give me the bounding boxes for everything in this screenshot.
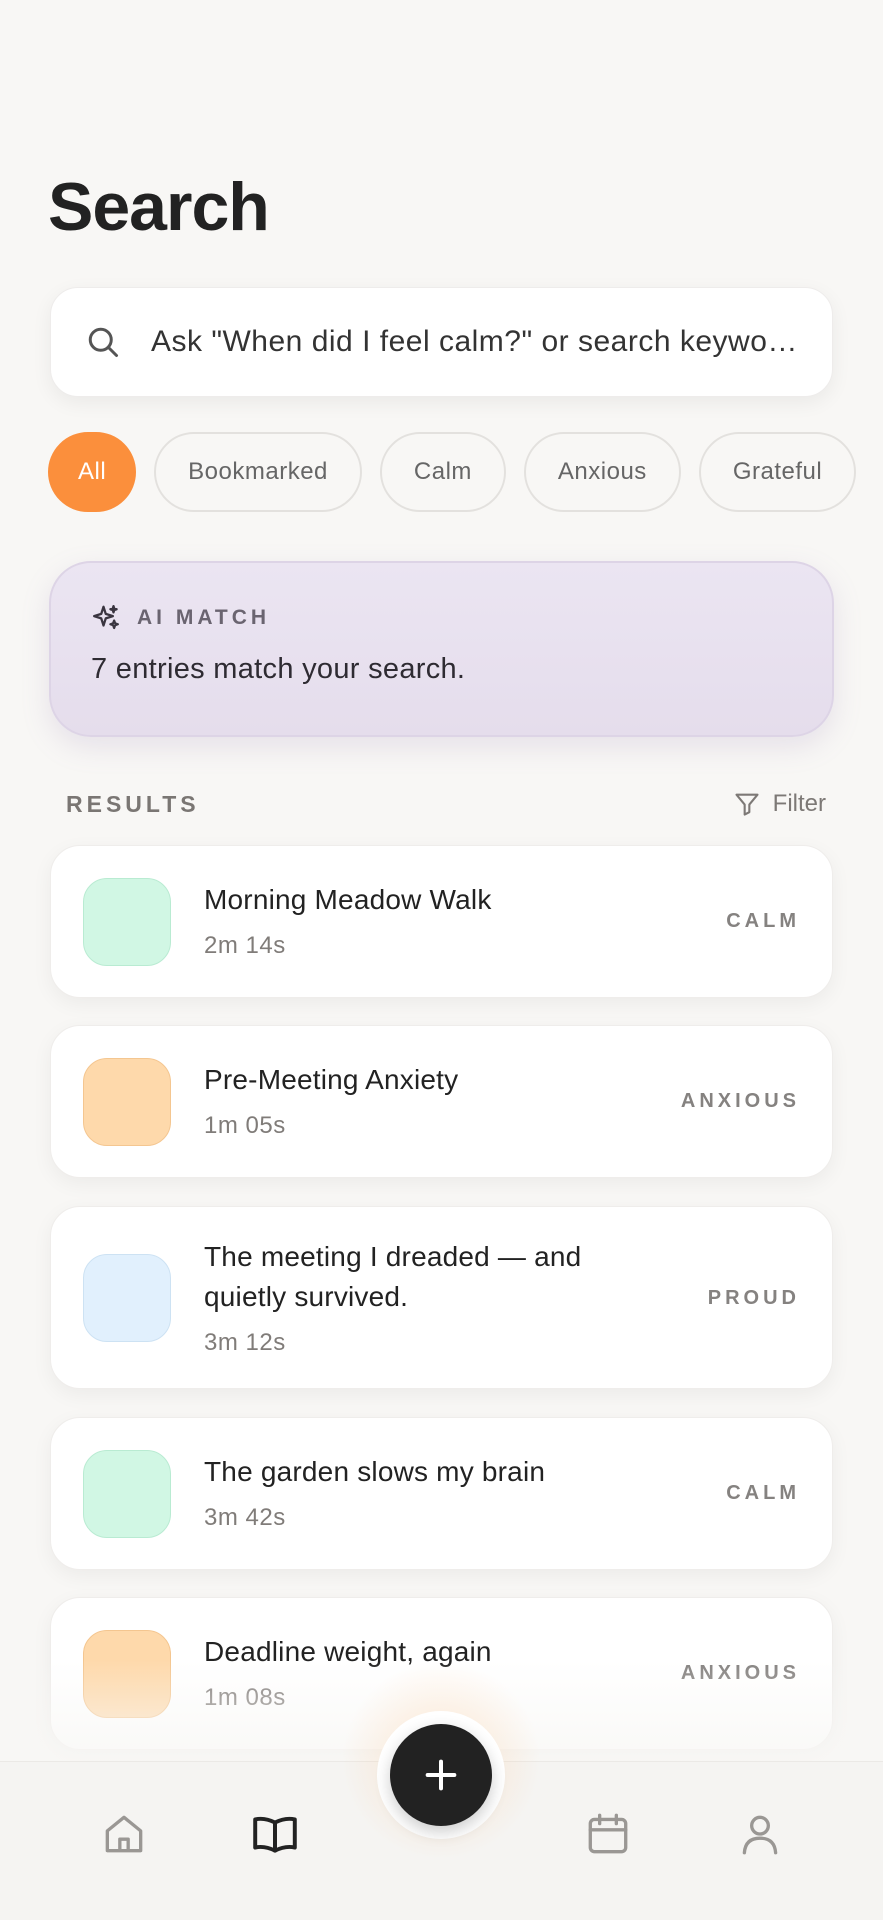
nav-calendar[interactable] <box>580 1806 636 1862</box>
mood-tag: PROUD <box>707 1287 800 1309</box>
result-card[interactable]: Morning Meadow Walk 2m 14s CALM <box>50 845 833 998</box>
filter-button[interactable]: Filter <box>733 790 826 818</box>
filter-icon <box>735 793 759 816</box>
result-duration: 3m 42s <box>204 1504 286 1531</box>
sparkle-icon <box>93 605 119 630</box>
filter-label: Filter <box>772 790 826 817</box>
result-duration: 1m 05s <box>204 1112 286 1139</box>
search-icon <box>88 327 118 357</box>
chip-bookmarked[interactable]: Bookmarked <box>154 432 362 512</box>
ai-match-label: AI MATCH <box>137 606 271 629</box>
mood-tag: ANXIOUS <box>680 1662 800 1684</box>
calendar-icon <box>588 1813 628 1854</box>
chip-grateful[interactable]: Grateful <box>698 432 857 512</box>
chip-all[interactable]: All <box>48 432 137 512</box>
result-duration: 1m 08s <box>204 1684 286 1711</box>
search-screen: Search All Bookmarked Calm Anxious Grate… <box>0 0 883 1920</box>
result-duration: 3m 12s <box>204 1329 286 1356</box>
mood-swatch <box>83 1450 171 1538</box>
result-title: Pre-Meeting Anxiety <box>204 1064 459 1095</box>
mood-swatch <box>83 1254 171 1342</box>
mood-swatch <box>83 878 171 966</box>
ai-match-text: 7 entries match your search. <box>91 653 466 685</box>
nav-profile[interactable] <box>732 1806 788 1862</box>
plus-icon <box>425 1759 457 1791</box>
ai-match-card: AI MATCH 7 entries match your search. <box>49 561 834 737</box>
result-card[interactable]: Pre-Meeting Anxiety 1m 05s ANXIOUS <box>50 1025 833 1178</box>
chip-calm[interactable]: Calm <box>379 432 506 512</box>
nav-journal[interactable] <box>247 1806 303 1862</box>
result-title: The garden slows my brain <box>204 1456 546 1487</box>
mood-swatch <box>83 1630 171 1718</box>
search-bar[interactable] <box>50 287 833 397</box>
result-title: The meeting I dreaded — and quietly surv… <box>204 1241 582 1312</box>
result-title: Morning Meadow Walk <box>204 884 492 915</box>
chip-anxious[interactable]: Anxious <box>523 432 681 512</box>
mood-tag: CALM <box>726 910 800 932</box>
nav-home[interactable] <box>96 1806 152 1862</box>
result-duration: 2m 14s <box>204 932 286 959</box>
ai-match-header: AI MATCH <box>91 603 792 633</box>
filter-chips: All Bookmarked Calm Anxious Grateful <box>48 432 883 512</box>
results-header: RESULTS Filter <box>66 786 826 822</box>
add-entry-button[interactable] <box>390 1724 492 1826</box>
mood-tag: ANXIOUS <box>680 1090 800 1112</box>
results-label: RESULTS <box>66 790 200 817</box>
mood-swatch <box>83 1058 171 1146</box>
home-icon <box>105 1815 143 1853</box>
result-card[interactable]: The garden slows my brain 3m 42s CALM <box>50 1417 833 1570</box>
search-input[interactable] <box>151 325 832 359</box>
page-title: Search <box>48 169 270 245</box>
result-card[interactable]: The meeting I dreaded — and quietly surv… <box>50 1206 833 1389</box>
mood-tag: CALM <box>726 1482 800 1504</box>
journal-icon <box>253 1816 297 1853</box>
profile-icon <box>742 1815 778 1855</box>
